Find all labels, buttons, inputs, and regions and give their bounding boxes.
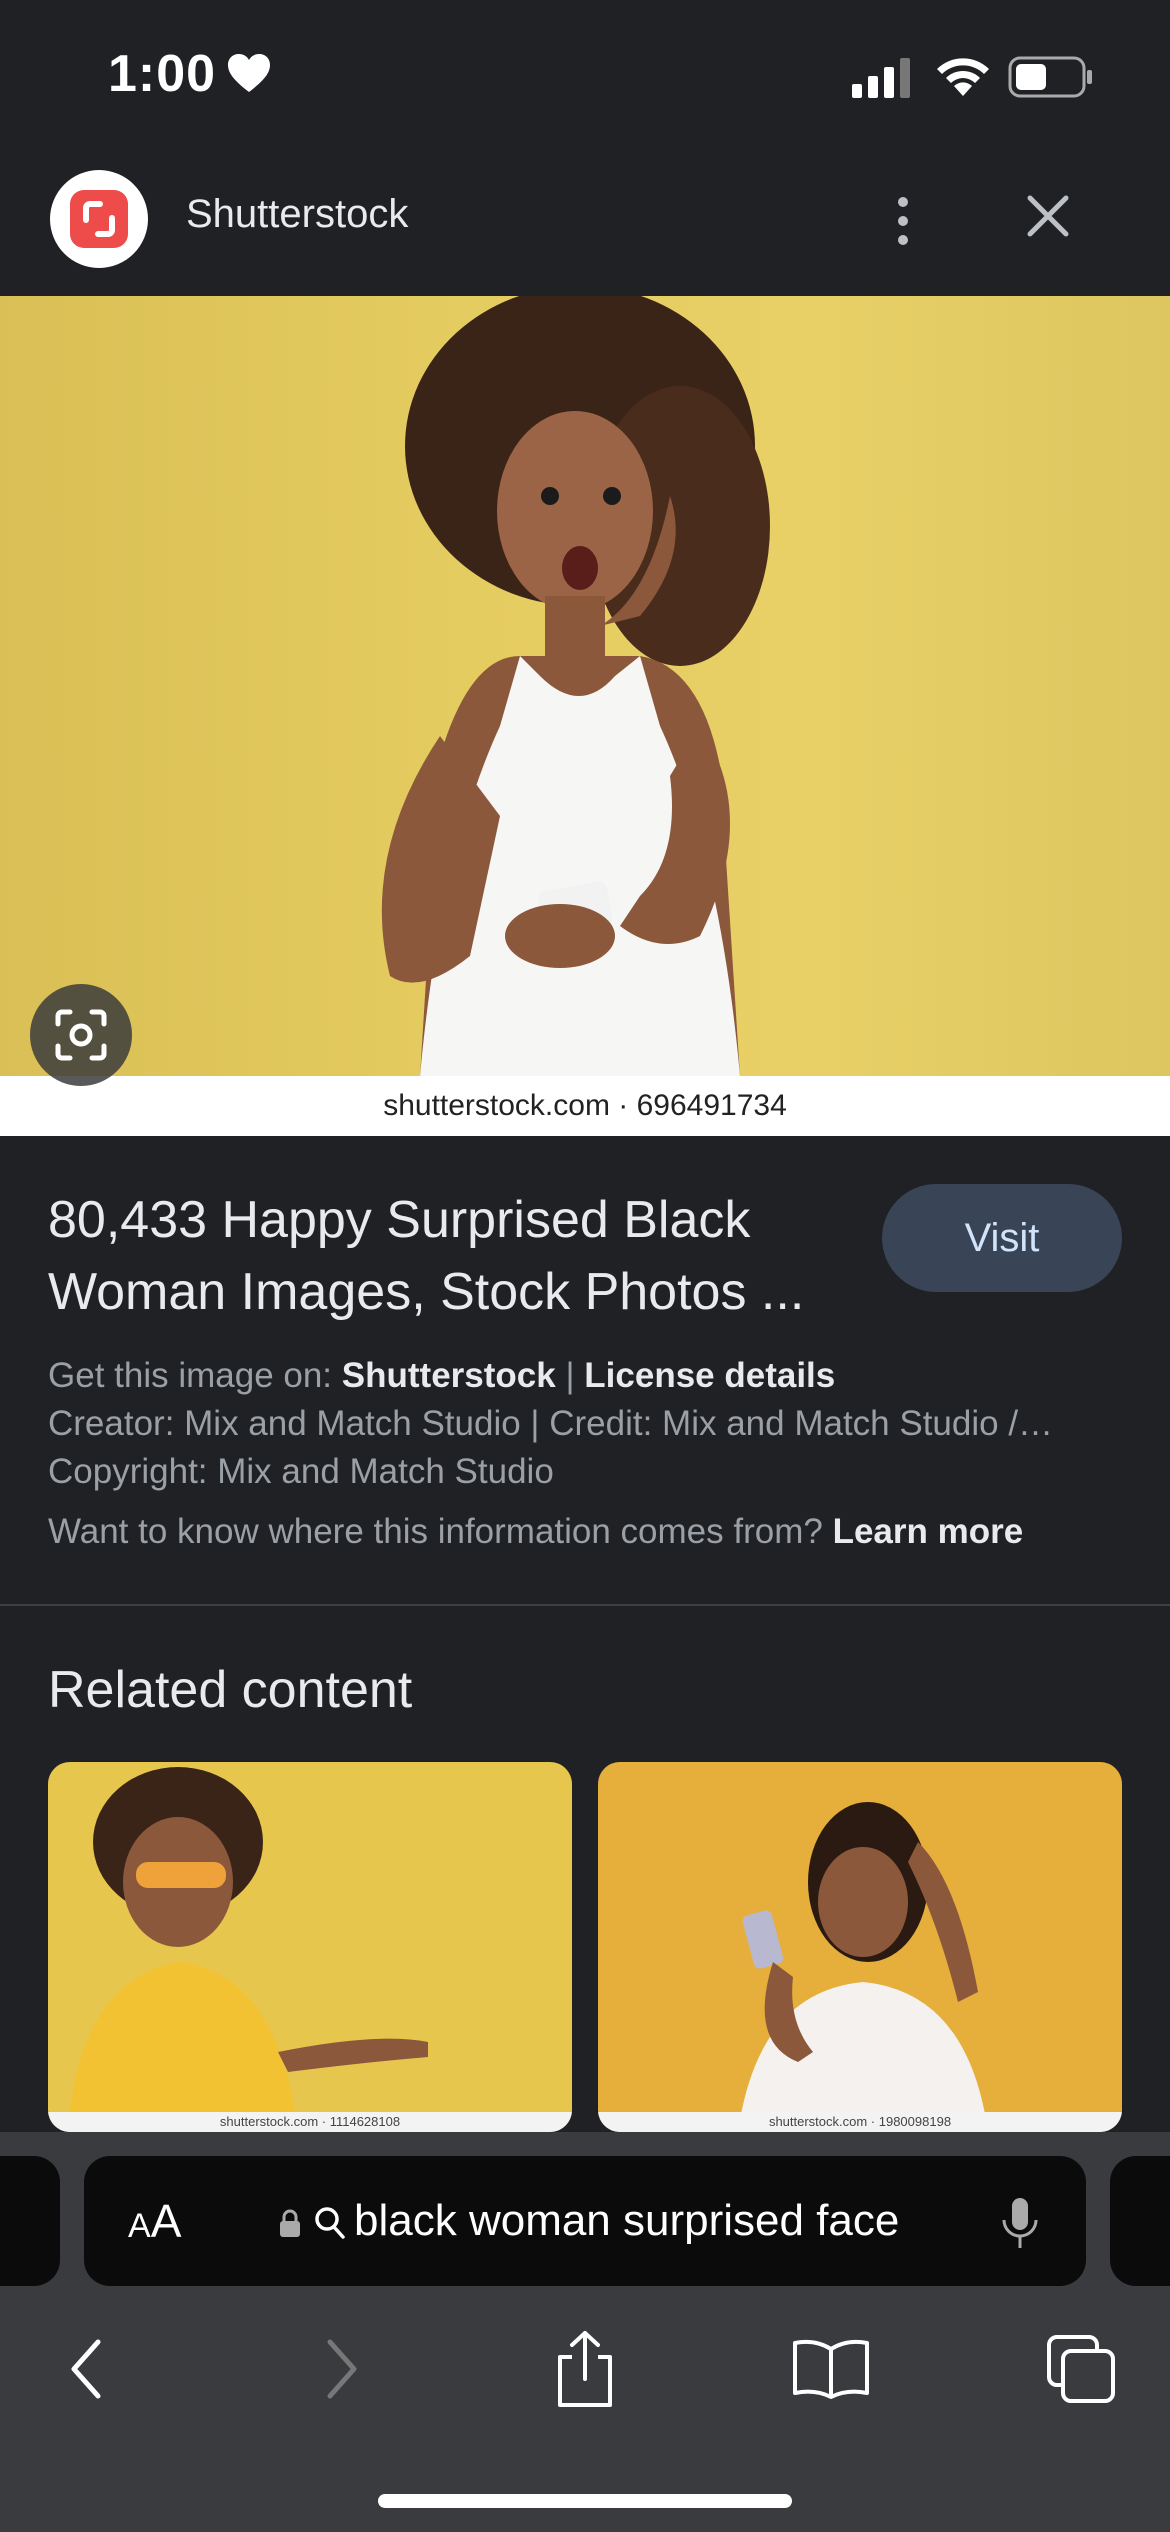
woman-photo bbox=[381, 296, 770, 1076]
back-button[interactable] bbox=[42, 2324, 132, 2414]
more-vertical-icon bbox=[898, 197, 908, 207]
related-content-heading: Related content bbox=[48, 1661, 413, 1719]
license-details-link[interactable]: License details bbox=[584, 1356, 835, 1395]
wifi-icon bbox=[937, 58, 989, 96]
related-photo-2 bbox=[738, 1802, 988, 2132]
related-item[interactable]: shutterstock.com · 1114628108 bbox=[48, 1762, 572, 2132]
creator-line: Creator: Mix and Match Studio | Credit: … bbox=[48, 1404, 1054, 1443]
shutterstock-logo-icon[interactable] bbox=[50, 170, 148, 268]
lock-icon bbox=[280, 2209, 300, 2237]
image-source-line: Get this image on: Shutterstock | Licens… bbox=[48, 1356, 836, 1395]
page-header: Shutterstock bbox=[0, 150, 1170, 295]
divider bbox=[0, 1604, 1170, 1606]
back-icon bbox=[71, 2339, 101, 2399]
source-link[interactable]: Shutterstock bbox=[342, 1356, 556, 1395]
forward-button[interactable] bbox=[296, 2324, 386, 2414]
url-text[interactable]: black woman surprised face bbox=[354, 2196, 899, 2246]
site-title: Shutterstock bbox=[186, 192, 409, 236]
next-tab-peek[interactable] bbox=[1110, 2156, 1170, 2286]
result-title[interactable]: 80,433 Happy Surprised Black Woman Image… bbox=[48, 1184, 868, 1328]
google-lens-icon bbox=[55, 1009, 107, 1061]
browser-toolbar: AA black woman surprised face bbox=[0, 2132, 1170, 2532]
heart-icon bbox=[228, 54, 270, 92]
previous-tab-peek[interactable] bbox=[0, 2156, 60, 2286]
visit-button[interactable]: Visit bbox=[882, 1184, 1122, 1292]
share-button[interactable] bbox=[540, 2324, 630, 2414]
address-bar[interactable]: AA black woman surprised face bbox=[84, 2156, 1086, 2286]
forward-icon bbox=[327, 2339, 357, 2399]
related-item[interactable]: shutterstock.com · 1980098198 bbox=[598, 1762, 1122, 2132]
related-photo-1 bbox=[68, 1767, 428, 2132]
cellular-signal-icon bbox=[852, 58, 910, 98]
copyright-line: Copyright: Mix and Match Studio bbox=[48, 1452, 554, 1491]
tabs-icon bbox=[1047, 2335, 1115, 2403]
close-icon[interactable] bbox=[1018, 186, 1078, 246]
learn-more-link[interactable]: Learn more bbox=[833, 1512, 1024, 1551]
home-indicator[interactable] bbox=[378, 2494, 792, 2508]
tabs-button[interactable] bbox=[1036, 2324, 1126, 2414]
google-lens-button[interactable] bbox=[30, 984, 132, 1086]
battery-icon bbox=[1008, 56, 1092, 98]
more-options-button[interactable] bbox=[878, 186, 928, 256]
status-bar: 1:00 bbox=[0, 0, 1170, 150]
preview-image[interactable]: shutterstock.com · 696491734 bbox=[0, 296, 1170, 1136]
bookmarks-button[interactable] bbox=[786, 2324, 876, 2414]
text-size-button[interactable]: AA bbox=[128, 2194, 181, 2248]
bookmarks-icon bbox=[793, 2339, 869, 2399]
related-watermark: shutterstock.com · 1114628108 bbox=[48, 2112, 572, 2132]
related-watermark: shutterstock.com · 1980098198 bbox=[598, 2112, 1122, 2132]
image-watermark: shutterstock.com · 696491734 bbox=[0, 1076, 1170, 1136]
info-source-line: Want to know where this information come… bbox=[48, 1512, 1024, 1551]
share-icon bbox=[558, 2331, 612, 2407]
status-time: 1:00 bbox=[108, 45, 217, 103]
microphone-icon[interactable] bbox=[1000, 2196, 1040, 2252]
search-icon bbox=[315, 2207, 345, 2239]
